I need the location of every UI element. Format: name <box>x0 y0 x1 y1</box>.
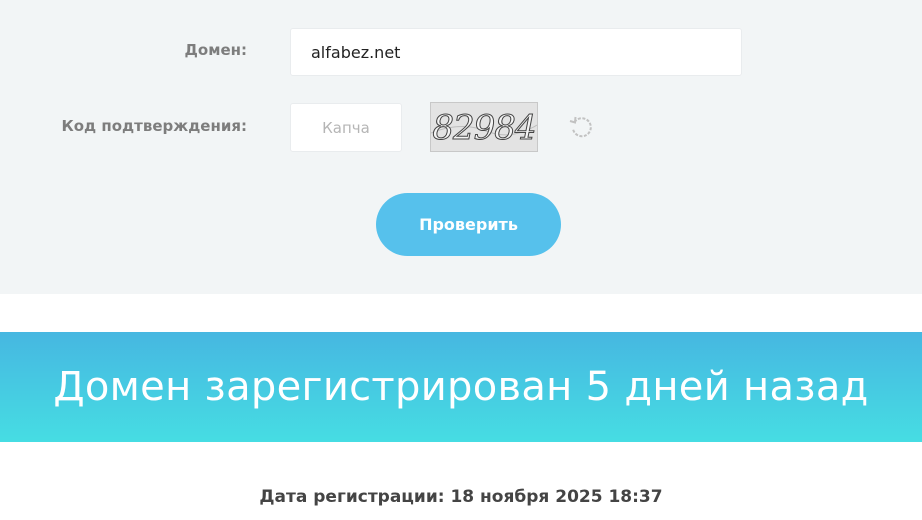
verification-code-label: Код подтверждения: <box>61 117 247 135</box>
registration-date: Дата регистрации: 18 ноября 2025 18:37 <box>259 487 663 507</box>
domain-check-form: Домен: Код подтверждения: 82984 Проверит… <box>0 0 922 294</box>
refresh-icon[interactable] <box>567 113 595 141</box>
domain-label: Домен: <box>184 41 247 59</box>
captcha-image: 82984 <box>430 102 538 152</box>
result-banner: Домен зарегистрирован 5 дней назад <box>0 332 922 442</box>
result-title: Домен зарегистрирован 5 дней назад <box>53 364 869 410</box>
captcha-input[interactable] <box>290 103 402 152</box>
check-button[interactable]: Проверить <box>376 193 561 256</box>
domain-input[interactable] <box>290 28 742 76</box>
captcha-text: 82984 <box>432 108 535 148</box>
